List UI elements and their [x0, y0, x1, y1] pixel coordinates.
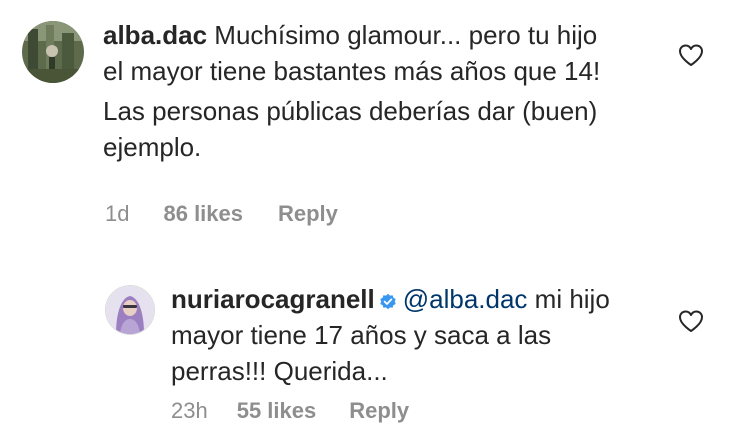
- comment-body: alba.dac Muchísimo glamour... pero tu hi…: [103, 17, 623, 165]
- comment-paragraph: alba.dac Muchísimo glamour... pero tu hi…: [103, 17, 623, 89]
- mention-link[interactable]: @alba.dac: [403, 284, 528, 314]
- comment-username[interactable]: alba.dac: [103, 20, 207, 50]
- reply-meta: 23h 55 likes Reply: [171, 397, 409, 425]
- heart-outline-icon[interactable]: [678, 309, 704, 333]
- avatar[interactable]: [105, 285, 155, 335]
- avatar[interactable]: [22, 21, 84, 83]
- avatar-photo: [106, 286, 154, 334]
- comment-meta: 1d 86 likes Reply: [105, 200, 338, 228]
- comment-time[interactable]: 1d: [105, 201, 129, 227]
- avatar-photo: [22, 21, 84, 83]
- comment-likes[interactable]: 86 likes: [163, 201, 243, 227]
- reply-button[interactable]: Reply: [278, 201, 338, 227]
- reply-likes[interactable]: 55 likes: [237, 398, 317, 424]
- comment-paragraph-2: Las personas públicas deberías dar (buen…: [103, 96, 598, 162]
- reply-time[interactable]: 23h: [171, 398, 208, 424]
- reply-username[interactable]: nuriarocagranell: [171, 284, 375, 314]
- heart-outline-icon[interactable]: [678, 43, 704, 67]
- verified-badge-icon: [380, 293, 396, 310]
- reply-body: nuriarocagranell @alba.dac mi hijo mayor…: [171, 281, 651, 389]
- reply-button[interactable]: Reply: [349, 398, 409, 424]
